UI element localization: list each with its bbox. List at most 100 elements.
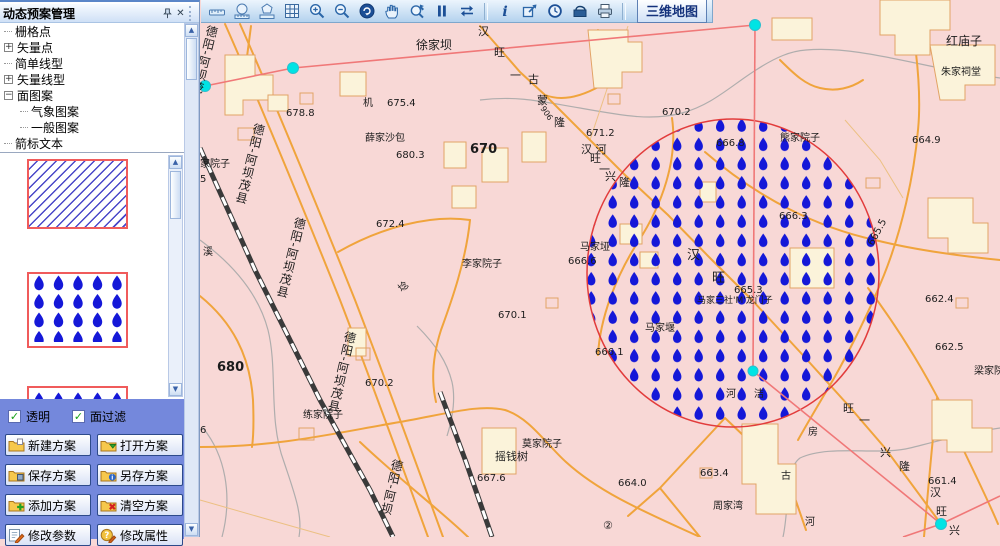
plan-button-label: 修改参数 — [28, 527, 76, 544]
scroll-down-icon[interactable] — [169, 383, 182, 396]
save-plan-button[interactable]: 保存方案 — [5, 464, 91, 486]
tree-item-label: 栅格点 — [15, 23, 51, 40]
plan-button-label: 修改属性 — [120, 527, 168, 544]
plan-button-label: 打开方案 — [120, 437, 168, 454]
scroll-thumb[interactable] — [170, 171, 181, 219]
sidebar-panel: 动态预案管理 ✕ 栅格点+矢量点简单线型+矢量线型−面图案气象图案一般图案箭标文… — [0, 0, 200, 537]
toolbar-separator — [484, 3, 488, 20]
tree-item[interactable]: + 矢量点 — [0, 39, 184, 55]
tree-guide — [20, 111, 28, 112]
zoom-in-icon[interactable] — [306, 1, 328, 21]
tree-item[interactable]: 简单线型 — [0, 55, 184, 71]
checkbox-transparent[interactable]: ✓ 透明 — [8, 408, 50, 425]
measure-circle-icon[interactable] — [231, 1, 253, 21]
export-icon[interactable] — [519, 1, 541, 21]
tree-item[interactable]: 气象图案 — [0, 103, 184, 119]
folder-open-icon — [100, 438, 117, 453]
tree-item[interactable]: 一般图案 — [0, 119, 184, 135]
folder-save-icon — [8, 468, 25, 483]
plan-controls: ✓透明✓面过滤 新建方案打开方案保存方案i另存方案添加方案清空方案修改参数?修改… — [0, 399, 184, 539]
scroll-thumb[interactable] — [186, 38, 197, 80]
checkbox-icon[interactable]: ✓ — [8, 410, 21, 423]
expand-icon[interactable]: + — [4, 75, 13, 84]
drag-grip[interactable] — [189, 6, 196, 21]
map-toolbar: i 三维地图 — [201, 0, 713, 23]
tree-item-label: 一般图案 — [31, 119, 79, 136]
panel-title: 动态预案管理 — [3, 5, 75, 22]
layer-tree: 栅格点+矢量点简单线型+矢量线型−面图案气象图案一般图案箭标文本 — [0, 23, 184, 151]
tree-guide — [4, 31, 12, 32]
saveas-plan-button[interactable]: i 另存方案 — [97, 464, 183, 486]
edit-props-icon: ? — [100, 528, 117, 543]
tree-item[interactable]: −面图案 — [0, 87, 184, 103]
checkbox-face-filter[interactable]: ✓ 面过滤 — [72, 408, 126, 425]
svg-text:i: i — [111, 474, 113, 481]
tree-item-label: 矢量线型 — [17, 71, 65, 88]
plan-button-label: 新建方案 — [28, 437, 76, 454]
folder-new-icon — [8, 438, 25, 453]
pin-icon[interactable] — [161, 7, 174, 20]
pan-icon[interactable] — [381, 1, 403, 21]
plan-button-label: 添加方案 — [28, 497, 76, 514]
pattern-list-scrollbar[interactable] — [168, 155, 183, 397]
tree-item[interactable]: + 矢量线型 — [0, 71, 184, 87]
edit-handle[interactable] — [288, 63, 299, 74]
panel-titlebar: 动态预案管理 ✕ — [0, 4, 199, 23]
checkbox-label: 透明 — [26, 408, 50, 425]
tree-item-label: 简单线型 — [15, 55, 63, 72]
edit-handle[interactable] — [748, 366, 758, 376]
open-plan-button[interactable]: 打开方案 — [97, 434, 183, 456]
hazard-region[interactable] — [587, 119, 879, 427]
plan-button-label: 另存方案 — [120, 467, 168, 484]
tree-guide — [4, 143, 12, 144]
folder-saveas-icon: i — [100, 468, 117, 483]
map-3d-button[interactable]: 三维地图 — [637, 0, 707, 23]
plan-button-label: 清空方案 — [120, 497, 168, 514]
tree-guide — [4, 63, 12, 64]
tree-guide — [20, 127, 28, 128]
edit-handle[interactable] — [750, 20, 761, 31]
edit-handle[interactable] — [936, 519, 947, 530]
measure-polygon-icon[interactable] — [256, 1, 278, 21]
folder-add-icon — [8, 498, 25, 513]
info-icon[interactable]: i — [494, 1, 516, 21]
add-plan-button[interactable]: 添加方案 — [5, 494, 91, 516]
folder-clear-icon — [100, 498, 117, 513]
swap-icon[interactable] — [456, 1, 478, 21]
grid-icon[interactable] — [281, 1, 303, 21]
expand-icon[interactable]: + — [4, 43, 13, 52]
scroll-up-icon[interactable] — [185, 24, 198, 37]
pattern-swatch-hatch[interactable] — [27, 159, 128, 229]
svg-text:i: i — [502, 4, 507, 20]
tree-item[interactable]: 栅格点 — [0, 23, 184, 39]
tree-item-label: 气象图案 — [31, 103, 79, 120]
edit-params-button[interactable]: 修改参数 — [5, 524, 91, 546]
full-extent-icon[interactable] — [356, 1, 378, 21]
measure-distance-icon[interactable] — [206, 1, 228, 21]
edit-params-icon — [8, 528, 25, 543]
pause-icon[interactable] — [431, 1, 453, 21]
plan-button-label: 保存方案 — [28, 467, 76, 484]
close-icon[interactable]: ✕ — [174, 7, 187, 20]
zoom-window-icon[interactable] — [406, 1, 428, 21]
edit-props-button[interactable]: ?修改属性 — [97, 524, 183, 546]
checkbox-label: 面过滤 — [90, 408, 126, 425]
print-icon[interactable] — [594, 1, 616, 21]
pattern-list — [0, 152, 184, 400]
clear-plan-button[interactable]: 清空方案 — [97, 494, 183, 516]
clock-icon[interactable] — [544, 1, 566, 21]
toolbar-separator — [622, 3, 626, 20]
sidebar-scrollbar[interactable] — [184, 23, 199, 537]
new-plan-button[interactable]: 新建方案 — [5, 434, 91, 456]
box-icon[interactable] — [569, 1, 591, 21]
checkbox-icon[interactable]: ✓ — [72, 410, 85, 423]
pattern-swatch-drops[interactable] — [27, 272, 128, 348]
tree-item[interactable]: 箭标文本 — [0, 135, 184, 151]
scroll-down-icon[interactable] — [185, 523, 198, 536]
zoom-out-icon[interactable] — [331, 1, 353, 21]
collapse-icon[interactable]: − — [4, 91, 13, 100]
tree-item-label: 矢量点 — [17, 39, 53, 56]
tree-item-label: 面图案 — [17, 87, 53, 104]
scroll-up-icon[interactable] — [169, 156, 182, 169]
edit-handle[interactable] — [200, 81, 211, 92]
